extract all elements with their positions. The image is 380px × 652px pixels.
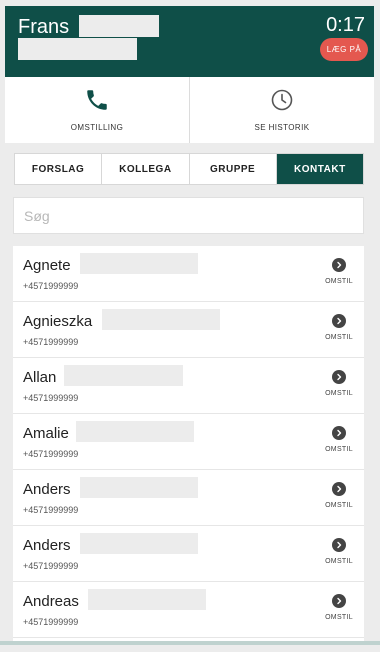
- redaction-mask: [80, 477, 198, 498]
- transfer-contact-label: OMSTIL: [325, 446, 353, 453]
- redaction-mask: [79, 15, 159, 37]
- contact-name: Agnieszka: [23, 313, 93, 330]
- search-input[interactable]: [13, 197, 364, 234]
- transfer-contact-button[interactable]: OMSTIL: [324, 538, 354, 565]
- transfer-contact-label: OMSTIL: [325, 278, 353, 285]
- list-item[interactable]: Anders +4571999999 OMSTIL: [13, 470, 364, 526]
- history-label: SE HISTORIK: [254, 123, 310, 132]
- contact-list: Agnete +4571999999 OMSTIL Agnieszka +457…: [13, 246, 364, 641]
- call-header: Frans 0:17 LÆG PÅ: [5, 6, 374, 77]
- contact-phone: +4571999999: [23, 505, 79, 515]
- list-item[interactable]: Agnieszka +4571999999 OMSTIL: [13, 302, 364, 358]
- transfer-button[interactable]: OMSTILLING: [5, 77, 189, 143]
- tab-kollega[interactable]: KOLLEGA: [101, 154, 188, 184]
- contact-name: Andreas: [23, 593, 79, 610]
- transfer-contact-button[interactable]: OMSTIL: [324, 314, 354, 341]
- chevron-right-circle-icon: [332, 314, 346, 328]
- tab-forslag[interactable]: FORSLAG: [15, 154, 101, 184]
- transfer-contact-button[interactable]: OMSTIL: [324, 426, 354, 453]
- list-item[interactable]: Amalie +4571999999 OMSTIL: [13, 414, 364, 470]
- transfer-contact-button[interactable]: OMSTIL: [324, 258, 354, 285]
- transfer-contact-button[interactable]: OMSTIL: [324, 482, 354, 509]
- call-actions: OMSTILLING SE HISTORIK: [5, 77, 374, 143]
- phone-icon: [84, 87, 110, 113]
- redaction-mask: [76, 421, 194, 442]
- tab-kontakt[interactable]: KONTAKT: [275, 154, 363, 184]
- transfer-contact-label: OMSTIL: [325, 334, 353, 341]
- redaction-mask: [80, 533, 198, 554]
- bottom-divider: [0, 641, 380, 645]
- chevron-right-circle-icon: [332, 538, 346, 552]
- contact-phone: +4571999999: [23, 561, 79, 571]
- transfer-contact-button[interactable]: OMSTIL: [324, 370, 354, 397]
- transfer-contact-label: OMSTIL: [325, 614, 353, 621]
- chevron-right-circle-icon: [332, 370, 346, 384]
- hangup-button[interactable]: LÆG PÅ: [320, 38, 368, 61]
- contact-name: Agnete: [23, 257, 71, 274]
- contact-name: Anders: [23, 481, 71, 498]
- list-item[interactable]: Andreas +4571999999 OMSTIL: [13, 582, 364, 638]
- redaction-mask: [80, 253, 198, 274]
- transfer-label: OMSTILLING: [70, 123, 124, 132]
- redaction-mask: [64, 365, 183, 386]
- chevron-right-circle-icon: [332, 426, 346, 440]
- contact-phone: +4571999999: [23, 449, 79, 459]
- call-timer: 0:17: [326, 14, 365, 36]
- list-item[interactable]: Allan +4571999999 OMSTIL: [13, 358, 364, 414]
- clock-icon: [269, 87, 295, 113]
- redaction-mask: [88, 589, 206, 610]
- history-button[interactable]: SE HISTORIK: [189, 77, 374, 143]
- contact-phone: +4571999999: [23, 617, 79, 627]
- target-tabs: FORSLAG KOLLEGA GRUPPE KONTAKT: [14, 153, 364, 185]
- redaction-mask: [102, 309, 220, 330]
- tab-gruppe[interactable]: GRUPPE: [188, 154, 276, 184]
- transfer-contact-label: OMSTIL: [325, 390, 353, 397]
- transfer-contact-label: OMSTIL: [325, 502, 353, 509]
- caller-name: Frans: [18, 16, 70, 38]
- contact-phone: +4571999999: [23, 393, 79, 403]
- list-item[interactable]: Anders +4571999999 OMSTIL: [13, 526, 364, 582]
- transfer-contact-button[interactable]: OMSTIL: [324, 594, 354, 621]
- transfer-contact-label: OMSTIL: [325, 558, 353, 565]
- contact-phone: +4571999999: [23, 337, 79, 347]
- chevron-right-circle-icon: [332, 258, 346, 272]
- contact-name: Allan: [23, 369, 57, 386]
- chevron-right-circle-icon: [332, 594, 346, 608]
- contact-name: Amalie: [23, 425, 69, 442]
- chevron-right-circle-icon: [332, 482, 346, 496]
- contact-name: Anders: [23, 537, 71, 554]
- contact-phone: +4571999999: [23, 281, 79, 291]
- list-item[interactable]: Agnete +4571999999 OMSTIL: [13, 246, 364, 302]
- redaction-mask: [18, 38, 137, 60]
